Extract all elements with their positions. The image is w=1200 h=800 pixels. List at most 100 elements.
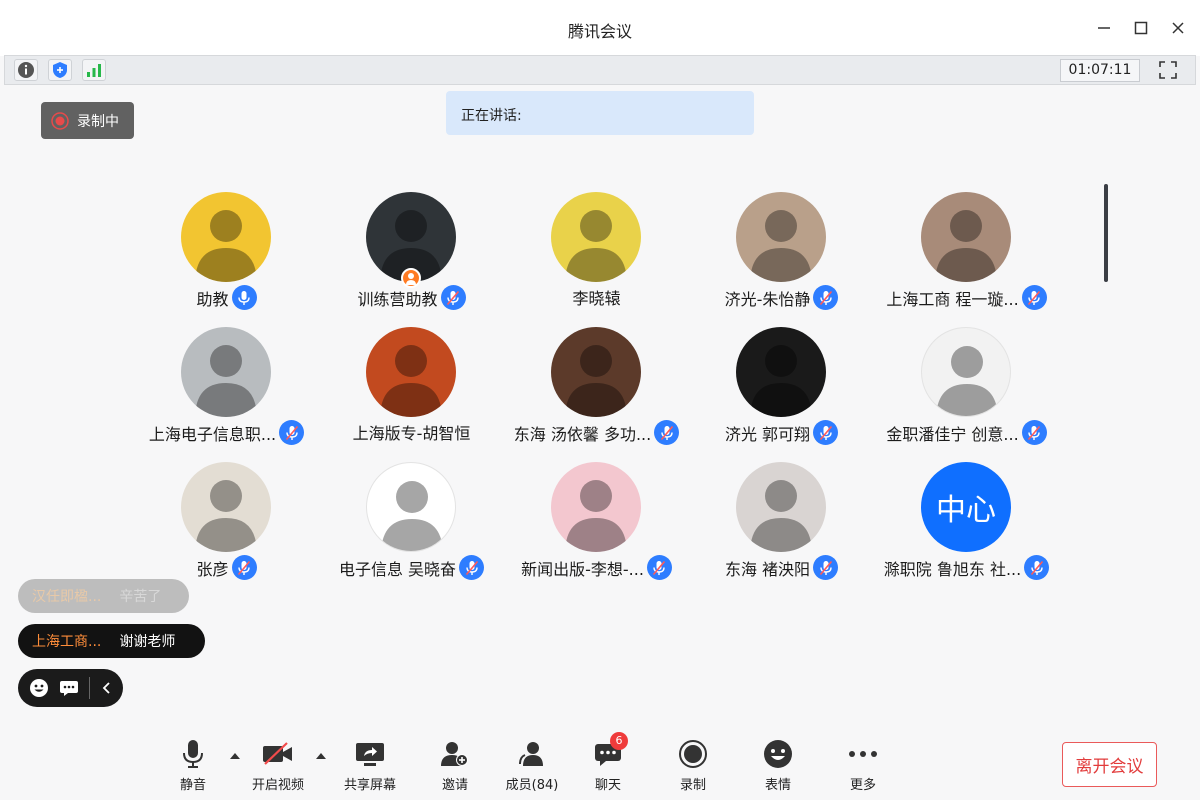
- user-photo-icon: [195, 210, 257, 282]
- start-video-button[interactable]: 开启视频: [243, 738, 313, 794]
- mic-muted-indicator: [440, 285, 466, 310]
- record-icon: [679, 740, 707, 768]
- participant-name-row: 新闻出版-李想-...: [504, 555, 689, 580]
- share-screen-label: 共享屏幕: [343, 778, 396, 793]
- mute-button[interactable]: 静音: [158, 738, 228, 794]
- reactions-button[interactable]: 表情: [743, 738, 813, 794]
- chat-label: 聊天: [594, 778, 621, 793]
- bottom-toolbar: 静音 开启视频 共享屏幕 邀请 成员(84) 6 聊天 录制 表情 更多: [0, 730, 1200, 800]
- user-photo-icon: [750, 480, 812, 552]
- participant-tile[interactable]: 金职潘佳宁 创意...: [874, 327, 1059, 457]
- participant-tile[interactable]: 济光 郭可翔: [689, 327, 874, 457]
- avatar: [736, 327, 826, 417]
- user-photo-icon: [195, 345, 257, 417]
- participant-tile[interactable]: 东海 褚泱阳: [689, 462, 874, 592]
- participant-tile[interactable]: 李晓辕: [504, 192, 689, 322]
- mic-muted-icon: [819, 290, 833, 305]
- chat-controls: [18, 669, 123, 707]
- record-button[interactable]: 录制: [658, 738, 728, 794]
- members-button[interactable]: 成员(84): [497, 738, 567, 794]
- mute-label: 静音: [179, 778, 206, 793]
- chat-bubble: 上海工商... 谢谢老师: [18, 624, 205, 658]
- participant-name-row: 滁职院 鲁旭东 社...: [874, 555, 1059, 580]
- participant-name: 东海 汤依馨 多功...: [513, 424, 652, 444]
- participant-tile[interactable]: 东海 汤依馨 多功...: [504, 327, 689, 457]
- mic-muted-indicator: [1021, 285, 1047, 310]
- speaking-indicator: 正在讲话:: [446, 91, 754, 135]
- minimize-button[interactable]: [1092, 16, 1116, 40]
- audio-options-caret[interactable]: [228, 750, 242, 762]
- chat-message-icon[interactable]: [59, 679, 79, 697]
- grid-scrollbar[interactable]: [1104, 184, 1108, 282]
- mic-muted-icon: [819, 560, 832, 575]
- invite-button[interactable]: 邀请: [420, 738, 490, 794]
- avatar: [551, 327, 641, 417]
- participant-name-row: 上海版专-胡智恒: [319, 420, 504, 444]
- participant-name: 上海版专-胡智恒: [352, 424, 471, 443]
- participant-name: 济光 郭可翔: [724, 424, 811, 444]
- members-label: 成员(84): [505, 778, 559, 793]
- avatar: [921, 327, 1011, 417]
- signal-bars-icon: [87, 64, 101, 77]
- participant-tile[interactable]: 训练营助教: [319, 192, 504, 322]
- more-label: 更多: [849, 778, 876, 793]
- close-button[interactable]: [1166, 16, 1190, 40]
- participant-tile[interactable]: 助教: [134, 192, 319, 322]
- participant-tile[interactable]: 新闻出版-李想-...: [504, 462, 689, 592]
- participant-tile[interactable]: 电子信息 吴晓奋: [319, 462, 504, 592]
- avatar: [366, 327, 456, 417]
- mic-muted-indicator: [813, 285, 839, 310]
- security-button[interactable]: [48, 59, 72, 81]
- caret-up-icon: [230, 753, 240, 759]
- participant-tile[interactable]: 上海版专-胡智恒: [319, 327, 504, 457]
- chat-message: 辛苦了: [119, 589, 162, 605]
- mic-muted-indicator: [1021, 420, 1047, 445]
- divider: [89, 677, 90, 699]
- avatar: [551, 462, 641, 552]
- chevron-left-icon[interactable]: [100, 681, 114, 695]
- mic-muted-indicator: [813, 420, 839, 445]
- video-options-caret[interactable]: [314, 750, 328, 762]
- participant-name-row: 济光-朱怡静: [689, 285, 874, 310]
- mic-muted-icon: [1028, 425, 1041, 440]
- meeting-timer: 01:07:11: [1060, 59, 1140, 82]
- mic-muted-indicator: [459, 555, 485, 580]
- recording-indicator[interactable]: 录制中: [41, 102, 134, 139]
- mic-muted-indicator: [654, 420, 680, 445]
- chat-sender: 汉任即楹...: [32, 589, 102, 605]
- user-photo-icon: [565, 480, 627, 552]
- participant-name-row: 助教: [134, 285, 319, 310]
- participant-name: 上海电子信息职...: [148, 424, 277, 444]
- network-status-button[interactable]: [82, 59, 106, 81]
- meeting-info-button[interactable]: [14, 59, 38, 81]
- info-icon: [18, 62, 34, 78]
- speaking-label: 正在讲话:: [461, 108, 522, 124]
- mic-muted-indicator: [1024, 555, 1050, 580]
- leave-meeting-button[interactable]: 离开会议: [1062, 742, 1157, 787]
- mic-muted-icon: [1028, 290, 1041, 305]
- chat-button[interactable]: 6 聊天: [573, 732, 643, 794]
- maximize-button[interactable]: [1129, 16, 1153, 40]
- participant-name: 新闻出版-李想-...: [521, 559, 644, 579]
- mic-muted-icon: [660, 425, 673, 440]
- participant-name-row: 济光 郭可翔: [689, 420, 874, 445]
- chat-unread-badge: 6: [610, 732, 628, 750]
- participant-name: 济光-朱怡静: [724, 289, 811, 309]
- mic-muted-icon: [653, 560, 666, 575]
- participant-tile[interactable]: 张彦: [134, 462, 319, 592]
- share-screen-button[interactable]: 共享屏幕: [335, 738, 405, 794]
- participant-name: 上海工商 程一璇...: [886, 289, 1019, 309]
- participant-name: 李晓辕: [572, 289, 621, 308]
- user-photo-icon: [381, 481, 443, 551]
- start-video-label: 开启视频: [251, 778, 304, 793]
- participant-tile[interactable]: 济光-朱怡静: [689, 192, 874, 322]
- participant-name-row: 电子信息 吴晓奋: [319, 555, 504, 580]
- fullscreen-button[interactable]: [1155, 58, 1181, 82]
- chat-bubble: 汉任即楹... 辛苦了: [18, 579, 189, 613]
- mic-on-indicator: [231, 285, 257, 310]
- more-button[interactable]: 更多: [828, 738, 898, 794]
- participant-tile[interactable]: 中心 滁职院 鲁旭东 社...: [874, 462, 1059, 592]
- participant-tile[interactable]: 上海工商 程一璇...: [874, 192, 1059, 322]
- emoji-icon[interactable]: [29, 678, 49, 698]
- participant-tile[interactable]: 上海电子信息职...: [134, 327, 319, 457]
